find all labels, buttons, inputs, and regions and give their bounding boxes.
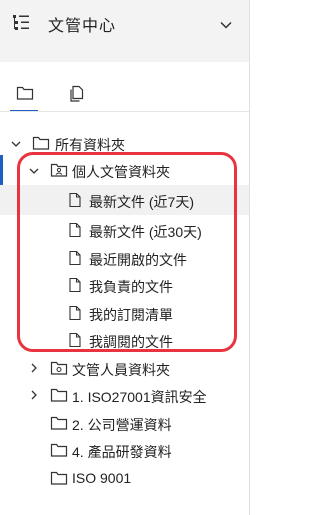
tree-root-row[interactable]: 所有資料夾 — [0, 128, 250, 158]
chevron-right-icon[interactable] — [28, 389, 40, 401]
tree-item-label: 我負責的文件 — [89, 279, 173, 295]
folder-icon — [50, 471, 68, 485]
folder-icon — [50, 416, 68, 430]
tree-item-recently-opened[interactable]: 最近開啟的文件 — [0, 243, 250, 273]
tree-item-label: 4. 產品研發資料 — [72, 444, 172, 460]
tree-item-label: 我調閱的文件 — [89, 334, 173, 350]
staff-folder-icon — [50, 361, 68, 375]
folder-icon — [50, 388, 68, 402]
tree-item-label: 我的訂閱清單 — [89, 307, 173, 323]
tree-item-label: 文管人員資料夾 — [72, 362, 170, 378]
tree-item-label: 所有資料夾 — [55, 137, 125, 153]
view-tabs — [0, 76, 250, 112]
personal-folder-icon — [50, 163, 68, 177]
selection-indicator — [0, 155, 3, 185]
document-icon — [69, 222, 81, 238]
tree-folder-iso27001[interactable]: 1. ISO27001資訊安全 — [0, 380, 250, 410]
app-title: 文管中心 — [48, 18, 117, 35]
document-icon — [69, 192, 81, 208]
tree-item-label: 最新文件 (近30天) — [89, 224, 202, 240]
panel-border — [249, 62, 250, 515]
tab-pages[interactable] — [58, 76, 94, 112]
folder-icon — [16, 86, 34, 100]
tree-folder-staff[interactable]: 文管人員資料夾 — [0, 353, 250, 383]
tree-folder-rnd[interactable]: 4. 產品研發資料 — [0, 435, 250, 465]
tree-item-label: ISO 9001 — [72, 470, 132, 486]
tree-item-my-responsible[interactable]: 我負責的文件 — [0, 270, 250, 300]
tree-item-label: 2. 公司營運資料 — [72, 417, 172, 433]
tree-personal-row[interactable]: 個人文管資料夾 — [0, 155, 250, 185]
tree-item-label: 最近開啟的文件 — [89, 252, 187, 268]
tree-item-label: 1. ISO27001資訊安全 — [72, 389, 207, 405]
tree-item-latest-30-days[interactable]: 最新文件 (近30天) — [0, 215, 250, 245]
document-icon — [69, 332, 81, 348]
app-header: 文管中心 — [0, 0, 250, 62]
chevron-down-icon[interactable] — [28, 165, 40, 177]
folder-icon — [32, 136, 50, 150]
tab-divider — [0, 111, 250, 112]
tree-item-latest-7-days[interactable]: 最新文件 (近7天) — [0, 185, 250, 215]
tree-item-label: 個人文管資料夾 — [72, 164, 170, 180]
document-icon — [69, 250, 81, 266]
document-icon — [69, 305, 81, 321]
document-icon — [69, 277, 81, 293]
folder-icon — [50, 443, 68, 457]
tree-list-icon — [13, 15, 29, 30]
tree-item-my-subscriptions[interactable]: 我的訂閱清單 — [0, 298, 250, 328]
chevron-down-icon[interactable] — [10, 138, 22, 150]
tree-folder-operations[interactable]: 2. 公司營運資料 — [0, 408, 250, 438]
pages-icon — [70, 85, 84, 102]
chevron-right-icon[interactable] — [28, 362, 40, 374]
tree-folder-iso9001[interactable]: ISO 9001 — [0, 463, 250, 493]
tab-folders[interactable] — [6, 76, 42, 112]
chevron-down-icon[interactable] — [219, 18, 233, 32]
tree-item-my-borrowed[interactable]: 我調閱的文件 — [0, 325, 250, 355]
tree-item-label: 最新文件 (近7天) — [89, 194, 194, 210]
